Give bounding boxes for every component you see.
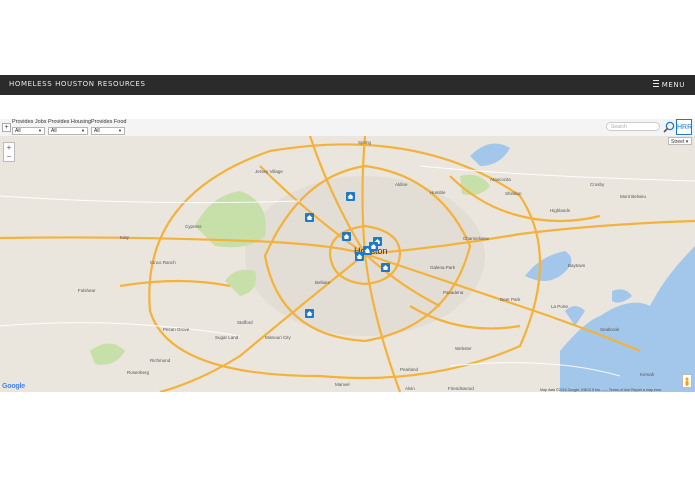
place-label: Stafford [237,320,253,325]
place-label: Pasadena [443,290,464,295]
place-label: Atascocita [490,177,511,182]
place-label: Aldine [395,182,408,187]
filter-food-select[interactable]: All ▼ [91,127,125,135]
place-label: Manvel [335,382,350,387]
place-label: Pearland [400,367,419,372]
zoom-in-button[interactable]: + [4,143,14,152]
filter-bar: + Provides Jobs All ▼ Provides Housing Al… [0,119,695,136]
hrr-button[interactable]: HRR [676,119,692,135]
place-label: Alvin [405,386,415,391]
place-label: Pecan Grove [163,327,190,332]
zoom-out-button[interactable]: − [4,152,14,161]
zoom-control: + − [3,142,15,162]
add-filter-button[interactable]: + [2,123,11,132]
filter-jobs-label: Provides Jobs [12,119,47,125]
filter-food: Provides Food All ▼ [91,119,126,135]
map-attribution[interactable]: Map data ©2016 Google, INEGI 5 km ⎯⎯⎯⎯ T… [540,388,661,392]
place-label: Crosby [590,182,605,187]
place-label: Mont Belvieu [620,194,647,199]
top-navbar: HOMELESS HOUSTON RESOURCES MENU [0,75,695,95]
map-type-select[interactable]: Street ▾ [668,137,692,145]
shelter-marker[interactable] [342,232,351,241]
filter-housing-label: Provides Housing [48,119,92,125]
place-label: Cypress [185,224,202,229]
search-input[interactable]: Search [606,122,660,131]
place-label: Cinco Ranch [150,260,176,265]
menu-label: MENU [661,81,685,89]
filter-housing: Provides Housing All ▼ [48,119,91,135]
place-label: Deer Park [500,297,521,302]
place-label: La Porte [551,304,569,309]
place-label: Highlands [550,208,571,213]
shelter-marker[interactable] [381,263,390,272]
map-canvas: Jersey Village Cypress Katy Cinco Ranch … [0,136,695,392]
place-label: Richmond [150,358,171,363]
place-label: Galena Park [430,265,456,270]
filter-jobs-select[interactable]: All ▼ [12,127,45,135]
place-label: Fulshear [78,288,96,293]
place-label: Friendswood [448,386,474,391]
filter-jobs: Provides Jobs All ▼ [12,119,47,135]
shelter-marker[interactable] [355,252,364,261]
place-label: Rosenberg [127,370,150,375]
place-label: Kemah [640,372,655,377]
pegman-icon[interactable] [682,374,692,388]
place-label: Spring [358,140,372,145]
filter-food-label: Provides Food [91,119,127,125]
search-icon[interactable] [663,121,675,133]
shelter-marker[interactable] [305,213,314,222]
place-label: Webster [455,346,472,351]
map[interactable]: Jersey Village Cypress Katy Cinco Ranch … [0,136,695,392]
place-label: Channelview [463,236,490,241]
place-label: Humble [430,190,446,195]
place-label: Baytown [568,263,586,268]
google-logo: Google [2,383,25,390]
menu-button[interactable]: MENU [652,80,685,89]
shelter-marker[interactable] [369,242,378,251]
place-label: Jersey Village [255,169,283,174]
place-label: Missouri City [265,335,292,340]
place-label: Bellaire [315,280,331,285]
place-label: Sugar Land [215,335,239,340]
hamburger-icon [652,80,659,87]
site-title[interactable]: HOMELESS HOUSTON RESOURCES [9,80,146,88]
filter-housing-select[interactable]: All ▼ [48,127,88,135]
place-label: Sheldon [505,191,522,196]
place-label: Katy [120,235,130,240]
shelter-marker[interactable] [305,309,314,318]
shelter-marker[interactable] [346,192,355,201]
place-label: Seabrook [600,327,620,332]
